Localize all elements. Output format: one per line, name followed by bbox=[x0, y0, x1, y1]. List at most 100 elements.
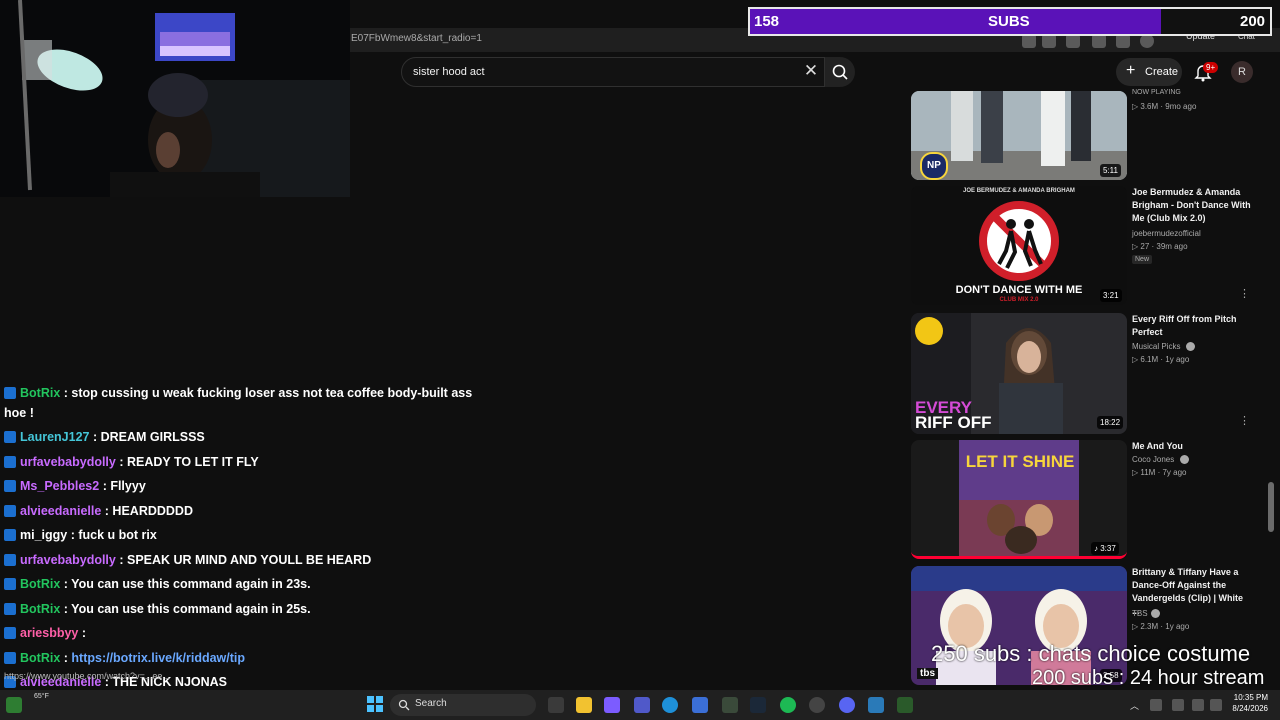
video-title[interactable]: Every Riff Off from Pitch Perfect bbox=[1132, 313, 1252, 339]
chat-username[interactable]: ariesbbyy bbox=[20, 626, 78, 640]
chat-badge-icon bbox=[4, 431, 16, 443]
chat-badge-icon bbox=[4, 627, 16, 639]
app-icon[interactable] bbox=[868, 697, 884, 713]
search-input-value[interactable]: sister hood act bbox=[413, 66, 485, 78]
chat-username[interactable]: BotRix bbox=[20, 602, 60, 616]
tray-chevron-icon[interactable]: ︿ bbox=[1130, 699, 1139, 712]
puzzle-icon[interactable] bbox=[1116, 34, 1130, 48]
create-label: Create bbox=[1145, 66, 1179, 78]
chat-message-continuation: hoe ! bbox=[4, 406, 34, 420]
more-options-icon[interactable]: ⋮ bbox=[1239, 287, 1250, 300]
video-channel[interactable]: Musical Picks bbox=[1132, 342, 1180, 351]
search-button[interactable] bbox=[825, 57, 855, 87]
search-icon bbox=[832, 64, 848, 80]
chat-message: Ms_Pebbles2 : Fllyyy bbox=[4, 479, 146, 493]
chat-username[interactable]: alvieedanielle bbox=[20, 504, 101, 518]
weather-icon[interactable] bbox=[6, 697, 22, 713]
chat-message: BotRix : You can use this command again … bbox=[4, 577, 311, 591]
chat-text: DREAM GIRLSSS bbox=[100, 430, 205, 444]
chat-text: Fllyyy bbox=[110, 479, 146, 493]
windows-start-icon[interactable] bbox=[367, 696, 383, 712]
account-avatar[interactable]: R bbox=[1231, 61, 1253, 83]
network-icon[interactable] bbox=[1192, 699, 1204, 711]
chat-username[interactable]: Ms_Pebbles2 bbox=[20, 479, 99, 493]
task-view-icon[interactable] bbox=[548, 697, 564, 713]
plus-icon: + bbox=[1126, 62, 1136, 79]
subs-goal-fill bbox=[750, 9, 1161, 34]
video-meta: ▷ 3.6M · 9mo ago bbox=[1132, 102, 1197, 111]
video-meta: ▷ 27 · 39m ago bbox=[1132, 242, 1188, 251]
video-title[interactable]: Joe Bermudez & Amanda Brigham - Don't Da… bbox=[1132, 186, 1252, 225]
subs-label: SUBS bbox=[988, 13, 1030, 30]
app-icon[interactable] bbox=[897, 697, 913, 713]
chat-username[interactable]: urfavebabydolly bbox=[20, 455, 116, 469]
chat-username[interactable]: BotRix bbox=[20, 386, 60, 400]
chat-message: mi_iggy : fuck u bot rix bbox=[4, 528, 157, 542]
steam-icon[interactable] bbox=[750, 697, 766, 713]
thumb-sub-text: CLUB MIX 2.0 bbox=[999, 297, 1039, 303]
chat-separator: : bbox=[89, 430, 101, 444]
chat-text: You can use this command again in 25s. bbox=[71, 602, 311, 616]
tbs-logo: tbs bbox=[917, 668, 938, 679]
chat-message: LaurenJ127 : DREAM GIRLSSS bbox=[4, 430, 205, 444]
bookmark-star-icon[interactable] bbox=[1042, 34, 1056, 48]
video-channel[interactable]: Coco Jones bbox=[1132, 455, 1174, 464]
chat-message: urfavebabydolly : READY TO LET IT FLY bbox=[4, 455, 259, 469]
chat-badge-icon bbox=[4, 529, 16, 541]
chat-separator: : bbox=[115, 553, 127, 567]
video-title[interactable]: Me And You bbox=[1132, 440, 1252, 453]
taskbar-search-label: Search bbox=[415, 698, 447, 709]
chat-username[interactable]: BotRix bbox=[20, 651, 60, 665]
chat-text: You can use this command again in 23s. bbox=[71, 577, 311, 591]
chat-badge-icon bbox=[4, 456, 16, 468]
subs-current: 158 bbox=[754, 13, 780, 30]
chat-message: BotRix : stop cussing u weak fucking los… bbox=[4, 386, 472, 400]
chat-separator: : bbox=[115, 455, 127, 469]
chat-badge-icon bbox=[4, 652, 16, 664]
edge-browser-icon[interactable] bbox=[662, 697, 678, 713]
video-channel[interactable]: joebermudezofficial bbox=[1132, 229, 1201, 238]
discord-icon[interactable] bbox=[839, 697, 855, 713]
spotify-icon[interactable] bbox=[780, 697, 796, 713]
goal-overlay-line-2: 200 subs : 24 hour stream bbox=[1032, 667, 1265, 689]
teams-icon[interactable] bbox=[634, 697, 650, 713]
mic-icon[interactable] bbox=[1172, 699, 1184, 711]
taskbar-time[interactable]: 10:35 PM bbox=[1228, 693, 1268, 702]
chat-badge-icon bbox=[4, 554, 16, 566]
obs-icon[interactable] bbox=[809, 697, 825, 713]
chat-text: HEARDDDDD bbox=[112, 504, 193, 518]
taskbar-search-box[interactable] bbox=[390, 694, 536, 716]
more-options-icon[interactable]: ⋮ bbox=[1239, 414, 1250, 427]
app-icon[interactable] bbox=[604, 697, 620, 713]
store-icon[interactable] bbox=[692, 697, 708, 713]
chat-username[interactable]: mi_iggy bbox=[20, 528, 67, 542]
chat-username[interactable]: BotRix bbox=[20, 577, 60, 591]
clear-search-icon[interactable]: ✕ bbox=[802, 62, 820, 80]
extensions-icon[interactable] bbox=[1066, 34, 1080, 48]
volume-icon[interactable] bbox=[1210, 699, 1222, 711]
translate-icon[interactable] bbox=[1022, 34, 1036, 48]
video-meta: ▷ 11M · 7y ago bbox=[1132, 468, 1187, 477]
chat-username[interactable]: urfavebabydolly bbox=[20, 553, 116, 567]
profile-icon[interactable] bbox=[1140, 34, 1154, 48]
chat-text: READY TO LET IT FLY bbox=[126, 455, 259, 469]
webcam-feed bbox=[0, 0, 350, 197]
chat-separator: : bbox=[60, 577, 72, 591]
thumb-text: LET IT SHINE bbox=[965, 452, 1075, 471]
taskbar-date[interactable]: 8/24/2026 bbox=[1222, 704, 1268, 713]
weather-temp: 65°F bbox=[34, 693, 49, 700]
video-title[interactable]: Brittany & Tiffany Have a Dance-Off Agai… bbox=[1132, 566, 1252, 618]
file-explorer-icon[interactable] bbox=[576, 697, 592, 713]
extension-icon[interactable] bbox=[1092, 34, 1106, 48]
chat-message: ariesbbyy : bbox=[4, 626, 86, 640]
scrollbar-thumb[interactable] bbox=[1268, 482, 1274, 532]
app-icon[interactable] bbox=[722, 697, 738, 713]
video-channel[interactable]: TBS bbox=[1132, 609, 1148, 618]
verified-icon bbox=[1186, 342, 1195, 351]
chat-username[interactable]: LaurenJ127 bbox=[20, 430, 89, 444]
chat-link[interactable]: https://botrix.live/k/riddaw/tip bbox=[71, 651, 245, 665]
video-meta: ▷ 2.3M · 1y ago bbox=[1132, 622, 1190, 631]
tray-icon[interactable] bbox=[1150, 699, 1162, 711]
chat-message: urfavebabydolly : SPEAK UR MIND AND YOUL… bbox=[4, 553, 371, 567]
url-text[interactable]: E07FbWmew8&start_radio=1 bbox=[351, 33, 482, 44]
